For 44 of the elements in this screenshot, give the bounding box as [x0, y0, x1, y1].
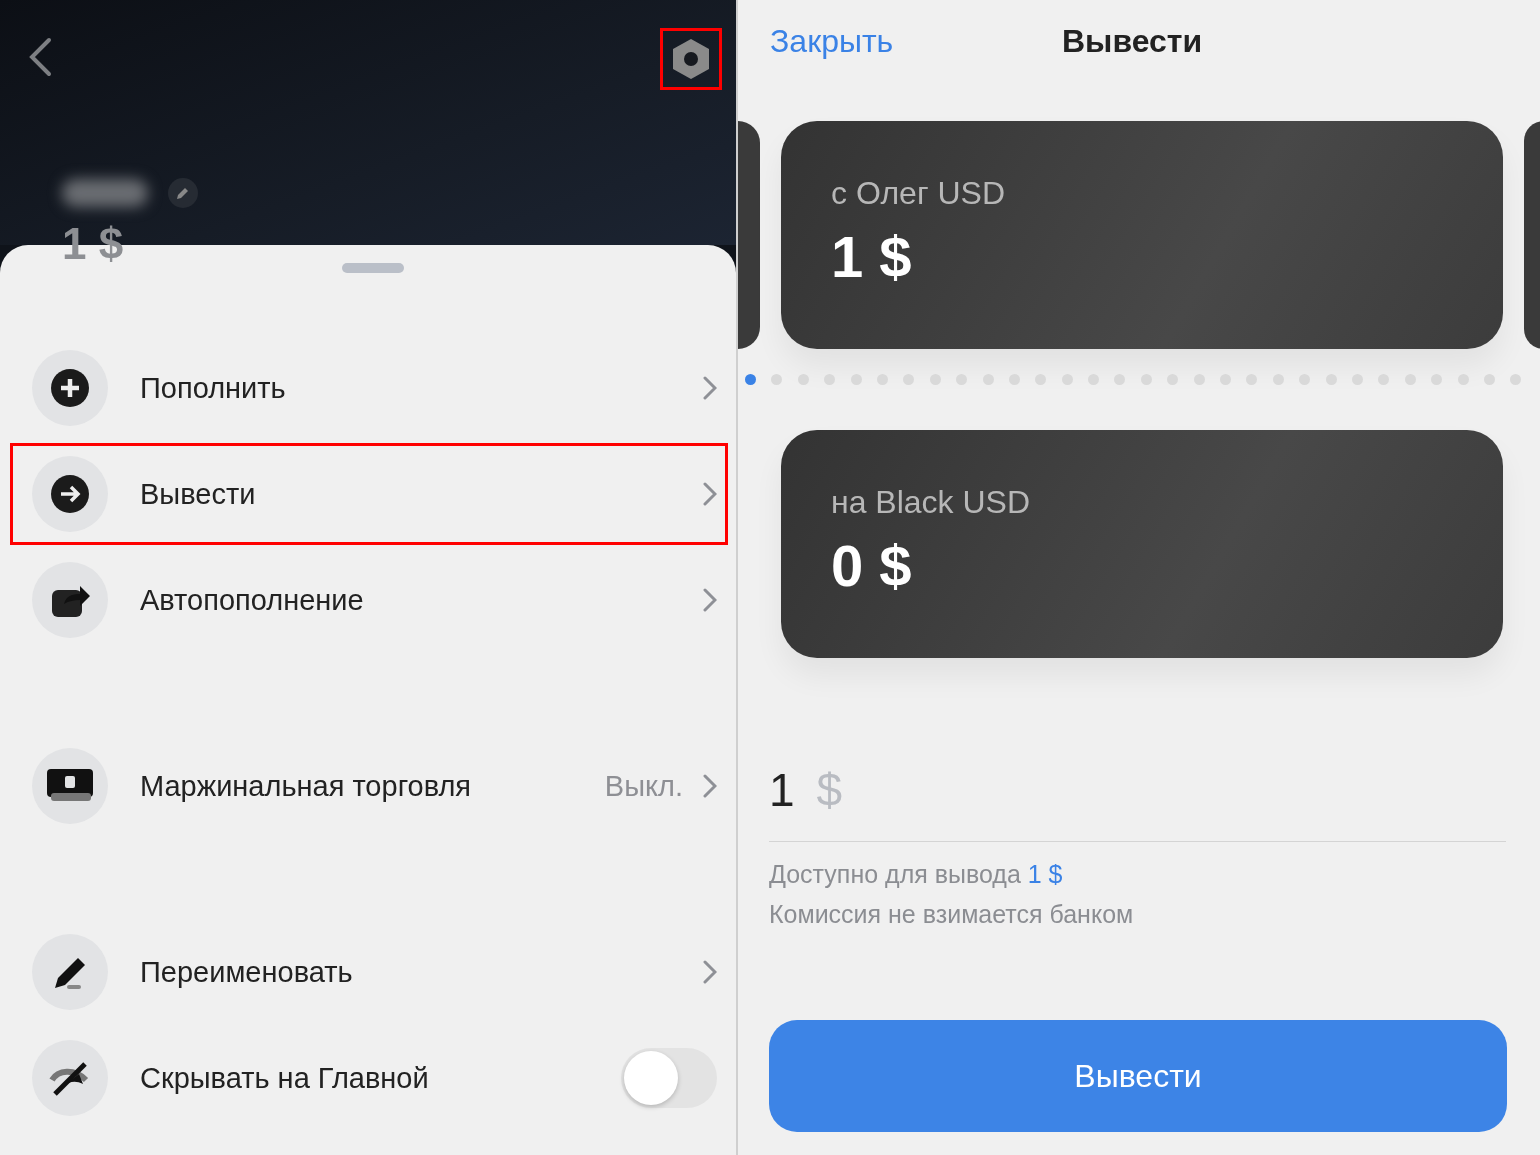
- chevron-right-icon: [703, 960, 717, 984]
- menu-item[interactable]: Переименовать: [10, 921, 728, 1023]
- pencil-icon: [176, 186, 190, 200]
- settings-button[interactable]: [660, 28, 722, 90]
- currency-sign: $: [816, 762, 843, 817]
- menu-item[interactable]: Вывести: [10, 443, 728, 545]
- drag-handle[interactable]: [342, 263, 404, 273]
- chevron-left-icon: [27, 37, 53, 77]
- amount-field[interactable]: 1 $: [769, 754, 1506, 842]
- screen-title: Вывести: [1062, 22, 1203, 60]
- account-card[interactable]: [738, 121, 760, 349]
- banknote-icon: [47, 769, 93, 803]
- account-card[interactable]: с Олег USD 1 $: [781, 121, 1503, 349]
- commission-note: Комиссия не взимается банком: [769, 899, 1135, 930]
- menu-item[interactable]: Маржинальная торговля Выкл.: [10, 735, 728, 837]
- account-card[interactable]: на Black USD 0 $: [781, 430, 1503, 658]
- menu-label: Переименовать: [140, 955, 354, 989]
- account-card[interactable]: [1524, 121, 1540, 349]
- withdraw-button[interactable]: Вывести: [769, 1020, 1507, 1132]
- chevron-right-icon: [703, 482, 717, 506]
- chevron-right-icon: [703, 774, 717, 798]
- menu-label: Скрывать на Главной: [140, 1061, 430, 1095]
- menu-label: Пополнить: [140, 371, 287, 405]
- chevron-right-icon: [703, 376, 717, 400]
- menu-item[interactable]: Пополнить: [10, 337, 728, 439]
- menu-label: Вывести: [140, 477, 257, 511]
- arrow-right-icon: [51, 475, 89, 513]
- menu-item[interactable]: Скрывать на Главной: [10, 1027, 728, 1129]
- amount-value: 1: [769, 762, 795, 817]
- menu-label: Автопополнение: [140, 583, 365, 617]
- card-label: с Олег USD: [831, 175, 1006, 212]
- card-amount: 1 $: [831, 226, 913, 288]
- chevron-right-icon: [703, 588, 717, 612]
- plus-icon: [51, 369, 89, 407]
- menu-label: Маржинальная торговля: [140, 769, 473, 803]
- card-label: на Black USD: [831, 484, 1032, 521]
- menu-item[interactable]: Автопополнение: [10, 549, 728, 651]
- edit-button[interactable]: [168, 178, 198, 208]
- available-text: Доступно для вывода 1 $: [769, 859, 1064, 890]
- balance-amount: 1 $: [62, 222, 125, 266]
- hidden-eye-icon: [49, 1060, 91, 1096]
- menu-value: Выкл.: [604, 769, 683, 803]
- toggle-switch[interactable]: [621, 1048, 717, 1108]
- card-amount: 0 $: [831, 535, 913, 597]
